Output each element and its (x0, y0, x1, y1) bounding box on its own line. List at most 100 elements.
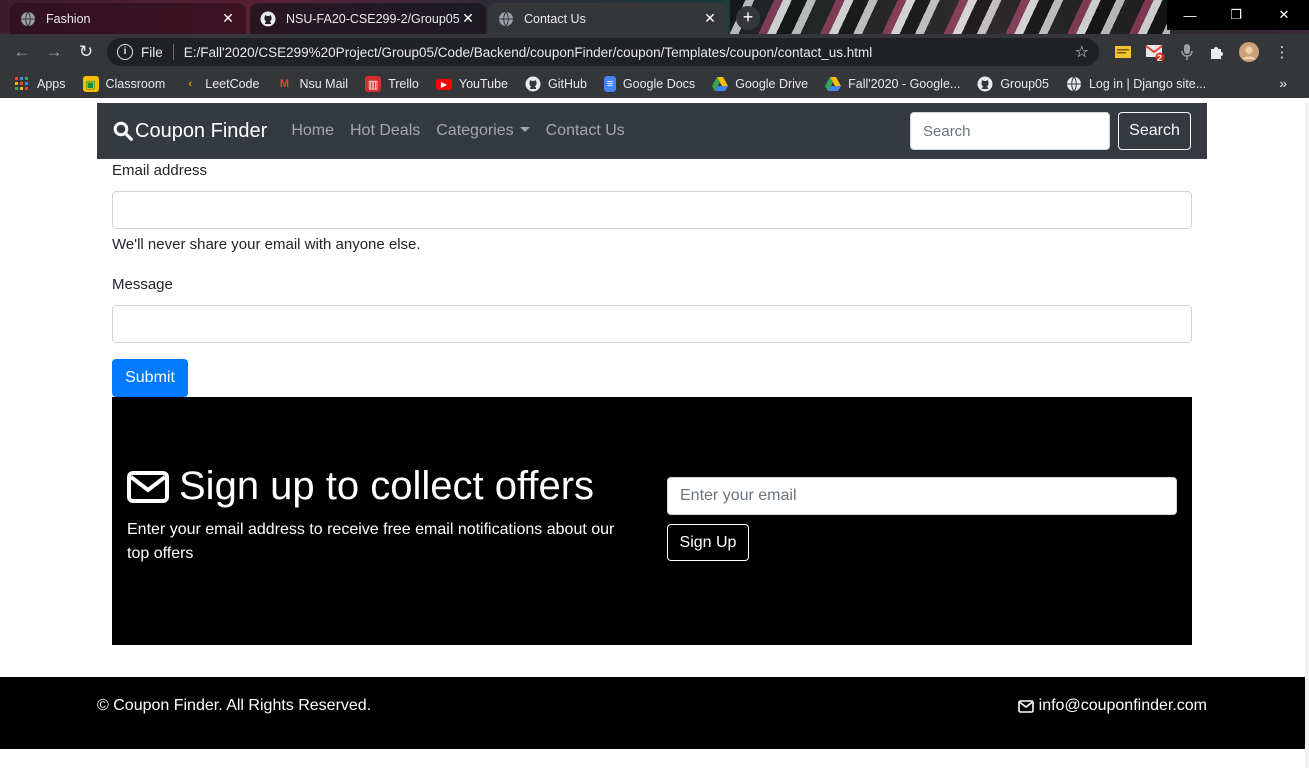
bookmark-django-login[interactable]: Log in | Django site... (1066, 76, 1206, 92)
newsletter-section: Sign up to collect offers Enter your ema… (112, 397, 1192, 645)
tab-title: Fashion (46, 11, 91, 26)
tab-close-icon[interactable]: ✕ (702, 10, 718, 27)
nav-link-contact-us[interactable]: Contact Us (546, 122, 625, 140)
bookmark-label: Google Drive (735, 77, 809, 91)
tab-title: NSU-FA20-CSE299-2/Group05: 1 (286, 11, 460, 26)
bookmark-fall2020-drive[interactable]: Fall'2020 - Google... (825, 76, 960, 92)
github-icon (977, 76, 993, 92)
mail-count-badge: 2 (1157, 53, 1163, 63)
browser-tab-strip: Fashion ✕ NSU-FA20-CSE299-2/Group05: 1 ✕… (0, 0, 1309, 34)
globe-icon (498, 11, 514, 27)
minimize-window-button[interactable]: — (1167, 0, 1213, 30)
caret-down-icon (519, 127, 530, 132)
bookmark-trello[interactable]: ▥ Trello (365, 76, 419, 92)
page-scrollbar[interactable] (1305, 103, 1309, 768)
bookmark-label: Group05 (1000, 77, 1049, 91)
more-bookmarks-icon[interactable]: » (1279, 75, 1287, 91)
bookmarks-bar: Apps ▣ Classroom ‹ LeetCode M Nsu Mail ▥… (0, 70, 1309, 98)
bookmark-group05[interactable]: Group05 (977, 76, 1049, 92)
classroom-icon: ▣ (82, 76, 99, 92)
google-drive-icon (825, 76, 842, 92)
newsletter-title: Sign up to collect offers (179, 464, 595, 508)
nav-link-hot-deals[interactable]: Hot Deals (350, 122, 420, 140)
site-footer: © Coupon Finder. All Rights Reserved. in… (0, 677, 1305, 749)
footer-email-link[interactable]: info@couponfinder.com (1017, 697, 1207, 715)
categories-label: Categories (436, 122, 514, 139)
url-text[interactable]: E:/Fall'2020/CSE299%20Project/Group05/Co… (184, 45, 1075, 60)
bookmark-label: Google Docs (622, 77, 696, 91)
newsletter-email-input[interactable] (667, 477, 1177, 515)
brand-name: Coupon Finder (135, 119, 268, 142)
puzzle-extensions-icon[interactable] (1207, 42, 1227, 62)
scheme-label: File (141, 44, 163, 60)
newsletter-description: Enter your email address to receive free… (127, 521, 615, 562)
message-field[interactable] (112, 305, 1192, 343)
bookmark-label: Classroom (105, 77, 166, 91)
trello-icon: ▥ (365, 76, 382, 92)
close-window-button[interactable]: ✕ (1259, 0, 1309, 30)
navbar-search-button[interactable]: Search (1118, 112, 1191, 150)
bookmark-label: GitHub (548, 77, 587, 91)
search-icon (113, 121, 133, 141)
globe-icon (20, 11, 36, 27)
browser-tab-contact-us[interactable]: Contact Us ✕ (488, 3, 728, 34)
bookmark-youtube[interactable]: ▶ YouTube (435, 77, 509, 91)
bookmark-label: Trello (388, 77, 419, 91)
email-label: Email address (112, 162, 208, 179)
tab-title: Contact Us (524, 11, 586, 26)
gmail-icon: M (279, 78, 290, 90)
apps-grid-icon (14, 76, 30, 92)
new-tab-button[interactable]: + (736, 6, 760, 30)
envelope-icon (1017, 699, 1034, 713)
profile-avatar[interactable] (1239, 42, 1259, 62)
message-label: Message (112, 276, 173, 293)
sign-up-button[interactable]: Sign Up (667, 524, 749, 561)
bookmark-label: Fall'2020 - Google... (848, 77, 961, 91)
tab-close-icon[interactable]: ✕ (460, 10, 476, 27)
github-icon (260, 11, 276, 27)
nav-link-home[interactable]: Home (291, 122, 334, 140)
forward-arrow-icon[interactable]: → (38, 36, 70, 68)
bookmark-apps[interactable]: Apps (14, 76, 66, 92)
menu-kebab-icon[interactable]: ⋮ (1272, 42, 1292, 62)
google-drive-icon (712, 76, 729, 92)
bookmark-star-icon[interactable]: ☆ (1075, 42, 1089, 62)
bookmark-github[interactable]: GitHub (525, 76, 587, 92)
footer-email-text: info@couponfinder.com (1038, 697, 1207, 714)
google-docs-icon: ≡ (603, 76, 616, 92)
bookmark-nsu-mail[interactable]: M Nsu Mail (276, 76, 348, 92)
bookmark-label: Apps (37, 77, 66, 91)
brand-link[interactable]: Coupon Finder (113, 120, 267, 143)
microphone-extension-icon[interactable] (1177, 42, 1197, 62)
address-divider (172, 44, 174, 60)
bookmark-classroom[interactable]: ▣ Classroom (82, 76, 166, 92)
bookmark-label: Nsu Mail (299, 77, 349, 91)
newsletter-heading: Sign up to collect offers (127, 464, 594, 509)
bookmark-google-docs[interactable]: ≡ Google Docs (603, 76, 696, 92)
bookmark-label: Log in | Django site... (1088, 77, 1207, 91)
reload-icon[interactable]: ↻ (70, 36, 102, 68)
tab-close-icon[interactable]: ✕ (220, 10, 236, 27)
leetcode-icon: ‹ (188, 78, 193, 90)
youtube-icon: ▶ (435, 78, 452, 90)
nav-link-categories[interactable]: Categories (436, 122, 530, 140)
bookmark-leetcode[interactable]: ‹ LeetCode (182, 76, 259, 92)
bookmark-label: LeetCode (205, 77, 260, 91)
submit-button[interactable]: Submit (112, 359, 188, 397)
github-icon (525, 76, 541, 92)
browser-tab-fashion[interactable]: Fashion ✕ (10, 3, 246, 34)
envelope-icon (127, 470, 169, 503)
email-help-text: We'll never share your email with anyone… (112, 236, 421, 253)
navbar-search-input[interactable] (910, 112, 1110, 150)
notes-extension-icon[interactable] (1113, 42, 1133, 62)
copyright-text: © Coupon Finder. All Rights Reserved. (97, 697, 372, 714)
back-arrow-icon[interactable]: ← (6, 36, 38, 68)
restore-window-button[interactable]: ❐ (1213, 0, 1259, 30)
bookmark-label: YouTube (458, 77, 509, 91)
email-field[interactable] (112, 191, 1192, 229)
browser-tab-github[interactable]: NSU-FA20-CSE299-2/Group05: 1 ✕ (250, 3, 486, 34)
info-icon[interactable]: i (117, 44, 133, 60)
bookmark-google-drive[interactable]: Google Drive (712, 76, 808, 92)
address-bar[interactable]: i File E:/Fall'2020/CSE299%20Project/Gro… (107, 38, 1099, 66)
globe-icon (1066, 76, 1082, 92)
